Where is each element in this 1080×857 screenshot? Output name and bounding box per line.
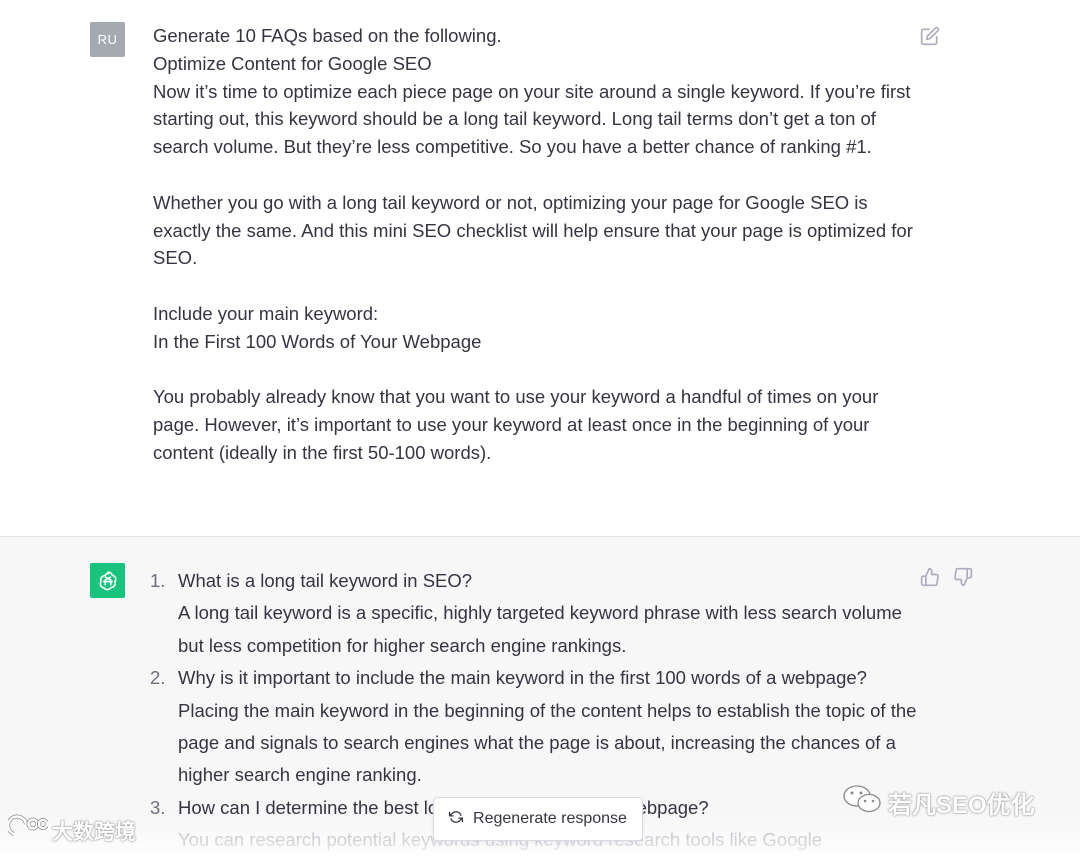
faq-number: 2. [150,667,166,689]
user-avatar: RU [90,22,125,57]
user-line: Now it’s time to optimize each piece pag… [153,80,911,158]
watermark-logo-icon [6,814,49,848]
user-line: Whether you go with a long tail keyword … [153,191,913,269]
user-line: Include your main keyword: [153,302,379,324]
user-line: Generate 10 FAQs based on the following. [153,25,502,46]
watermark-text: 大数跨境 [52,821,136,844]
thumbs-up-icon[interactable] [920,567,940,587]
user-message-text: Generate 10 FAQs based on the following.… [153,22,913,467]
regenerate-response-button[interactable]: Regenerate response [433,797,643,841]
openai-logo-icon [90,563,125,598]
faq-answer: A long tail keyword is a specific, highl… [178,602,902,656]
user-line: Optimize Content for Google SEO [153,52,432,74]
watermark-right: 若凡SEO优化 [842,784,1035,820]
faq-answer: Placing the main keyword in the beginnin… [178,699,917,786]
user-line: You probably already know that you want … [153,386,879,463]
faq-number: 3. [150,796,166,818]
faq-question: What is a long tail keyword in SEO? [178,570,473,591]
edit-icon[interactable] [920,26,940,46]
thumbs-down-icon[interactable] [953,567,973,587]
user-line: In the First 100 Words of Your Webpage [153,330,482,352]
watermark-text: 若凡SEO优化 [888,791,1035,819]
watermark-left: 大数跨境 [6,814,136,848]
faq-question: Why is it important to include the main … [178,667,867,689]
faq-item: 1. What is a long tail keyword in SEO? A… [150,565,920,662]
user-message: RU Generate 10 FAQs based on the followi… [0,0,1080,537]
refresh-icon [448,810,464,829]
wechat-icon [842,783,882,822]
faq-number: 1. [150,570,166,591]
faq-item: 2. Why is it important to include the ma… [150,662,920,792]
regenerate-label: Regenerate response [473,810,627,827]
